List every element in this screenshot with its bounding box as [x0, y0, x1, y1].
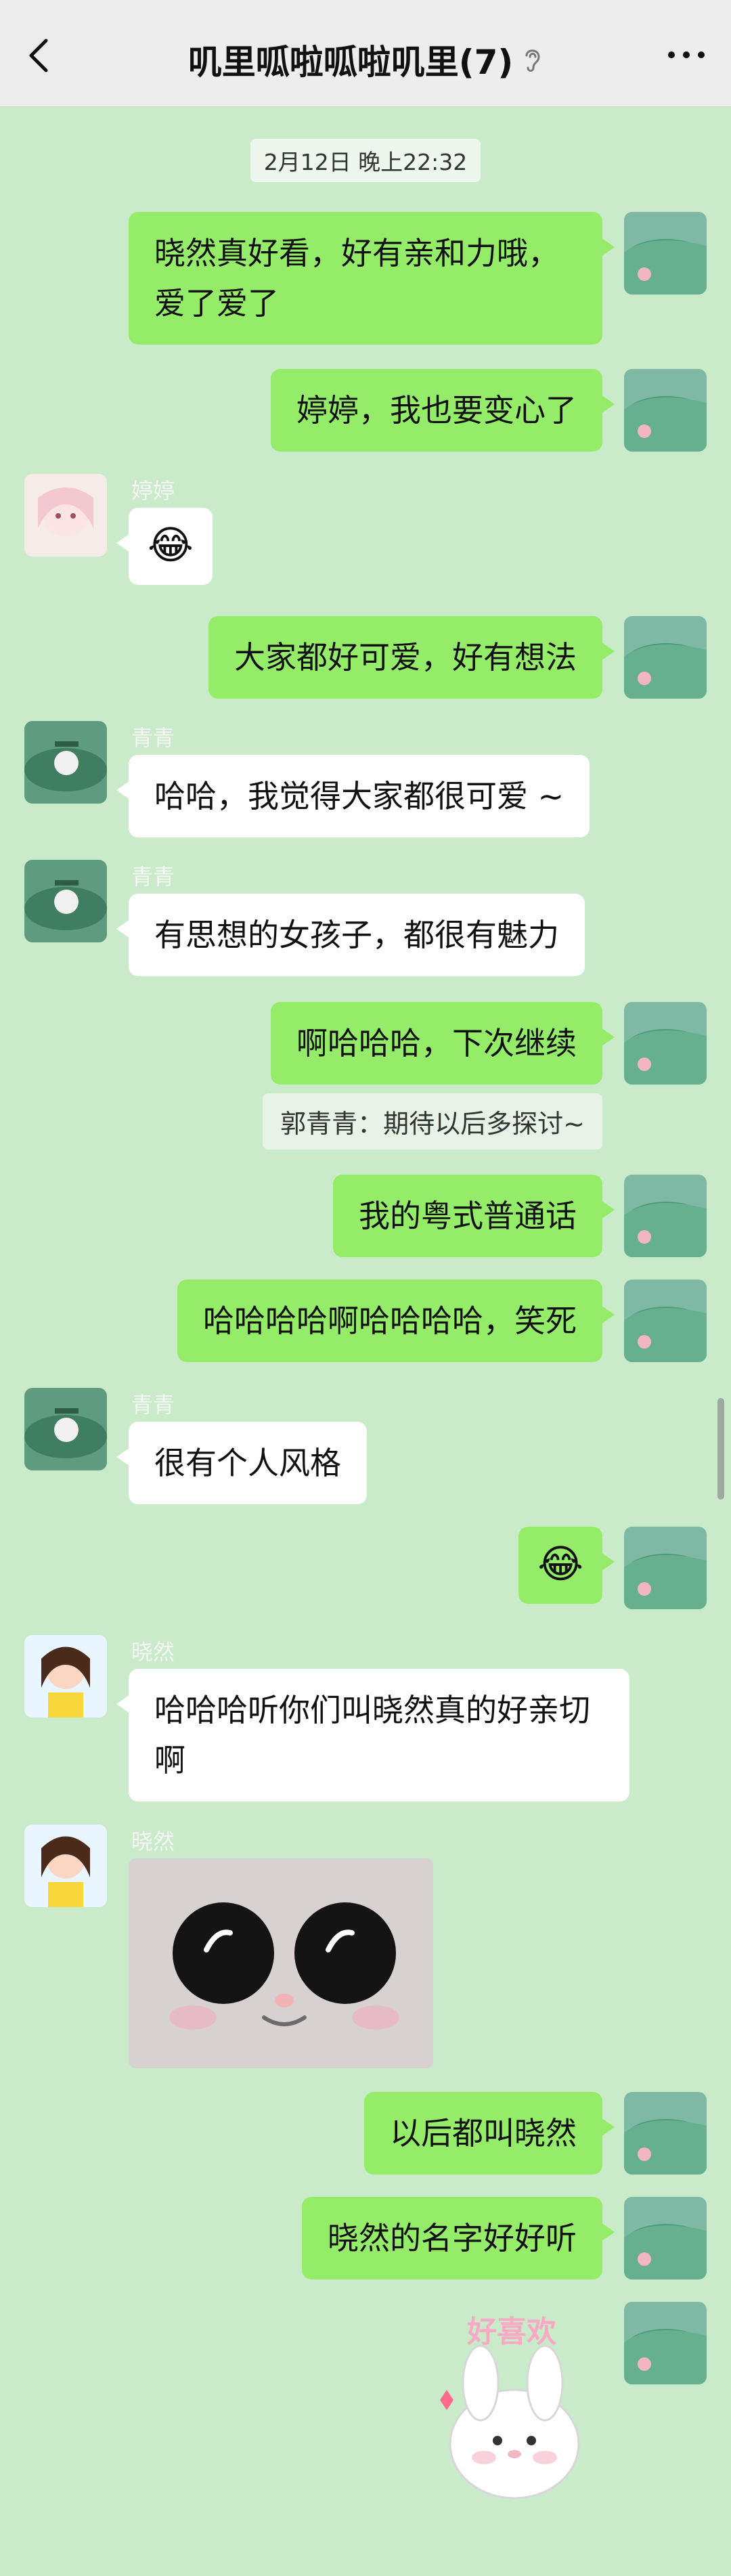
avatar[interactable]: [624, 369, 707, 452]
message-bubble[interactable]: 哈哈哈听你们叫晓然真的好亲切啊: [116, 1669, 629, 1802]
scrollbar[interactable]: [717, 1398, 724, 1500]
avatar[interactable]: [624, 2302, 707, 2384]
message-bubble[interactable]: 有思想的女孩子，都很有魅力: [116, 894, 585, 976]
emoji: 😂: [537, 1541, 583, 1587]
avatar[interactable]: [24, 1635, 107, 1718]
sender-name: 青青: [131, 864, 175, 890]
message-bubble[interactable]: 晓然真好看，好有亲和力哦，爱了爱了: [129, 212, 615, 345]
avatar[interactable]: [624, 1280, 707, 1362]
message-bubble[interactable]: 啊哈哈哈，下次继续: [271, 1002, 615, 1085]
chat-header: 叽里呱啦呱啦叽里(7): [0, 0, 731, 107]
avatar[interactable]: [624, 1175, 707, 1257]
message-bubble[interactable]: 我的粤式普通话: [333, 1175, 615, 1257]
message-bubble[interactable]: 哈哈，我觉得大家都很可爱 ~: [116, 755, 590, 837]
timestamp: 2月12日 晚上22:32: [0, 139, 731, 182]
chat-title: 叽里呱啦呱啦叽里(7): [187, 43, 514, 82]
avatar[interactable]: [624, 2197, 707, 2279]
emoji-message[interactable]: 😂: [116, 508, 213, 585]
avatar[interactable]: [624, 1002, 707, 1085]
sender-name: 婷婷: [131, 478, 175, 504]
ear-icon: [525, 49, 540, 72]
emoji: 😂: [148, 522, 194, 568]
avatar[interactable]: [24, 1825, 107, 1907]
sender-name: 晓然: [131, 1639, 175, 1665]
sender-name: 青青: [131, 725, 175, 751]
avatar[interactable]: [624, 212, 707, 294]
chat-screen: 叽里呱啦呱啦叽里(7) 2月12日 晚上22:32 晓然真好看，好有亲和力哦，爱…: [0, 0, 731, 2576]
more-icon[interactable]: [666, 45, 707, 65]
avatar[interactable]: [24, 474, 107, 556]
message-bubble[interactable]: 以后都叫晓然: [364, 2092, 615, 2175]
message-bubble[interactable]: 哈哈哈哈啊哈哈哈哈，笑死: [177, 1280, 615, 1362]
message-bubble[interactable]: 大家都好可爱，好有想法: [208, 616, 615, 699]
avatar[interactable]: [624, 1527, 707, 1609]
avatar[interactable]: [24, 860, 107, 942]
avatar[interactable]: [24, 1388, 107, 1470]
sender-name: 青青: [131, 1392, 175, 1418]
message-bubble[interactable]: 很有个人风格: [116, 1422, 367, 1504]
avatar[interactable]: [624, 2092, 707, 2175]
message-bubble[interactable]: 晓然的名字好好听: [302, 2197, 615, 2279]
message-bubble[interactable]: 婷婷，我也要变心了: [271, 369, 615, 452]
avatar[interactable]: [24, 721, 107, 804]
emoji-message[interactable]: 😂: [518, 1527, 615, 1604]
quote-reference[interactable]: 郭青青：期待以后多探讨~: [263, 1093, 602, 1150]
avatar[interactable]: [624, 616, 707, 699]
sender-name: 晓然: [131, 1829, 175, 1854]
bunny-sticker[interactable]: 好喜欢: [426, 2302, 602, 2505]
cat-sticker[interactable]: [129, 1858, 433, 2068]
chat-title-area: 叽里呱啦呱啦叽里(7): [0, 35, 731, 84]
